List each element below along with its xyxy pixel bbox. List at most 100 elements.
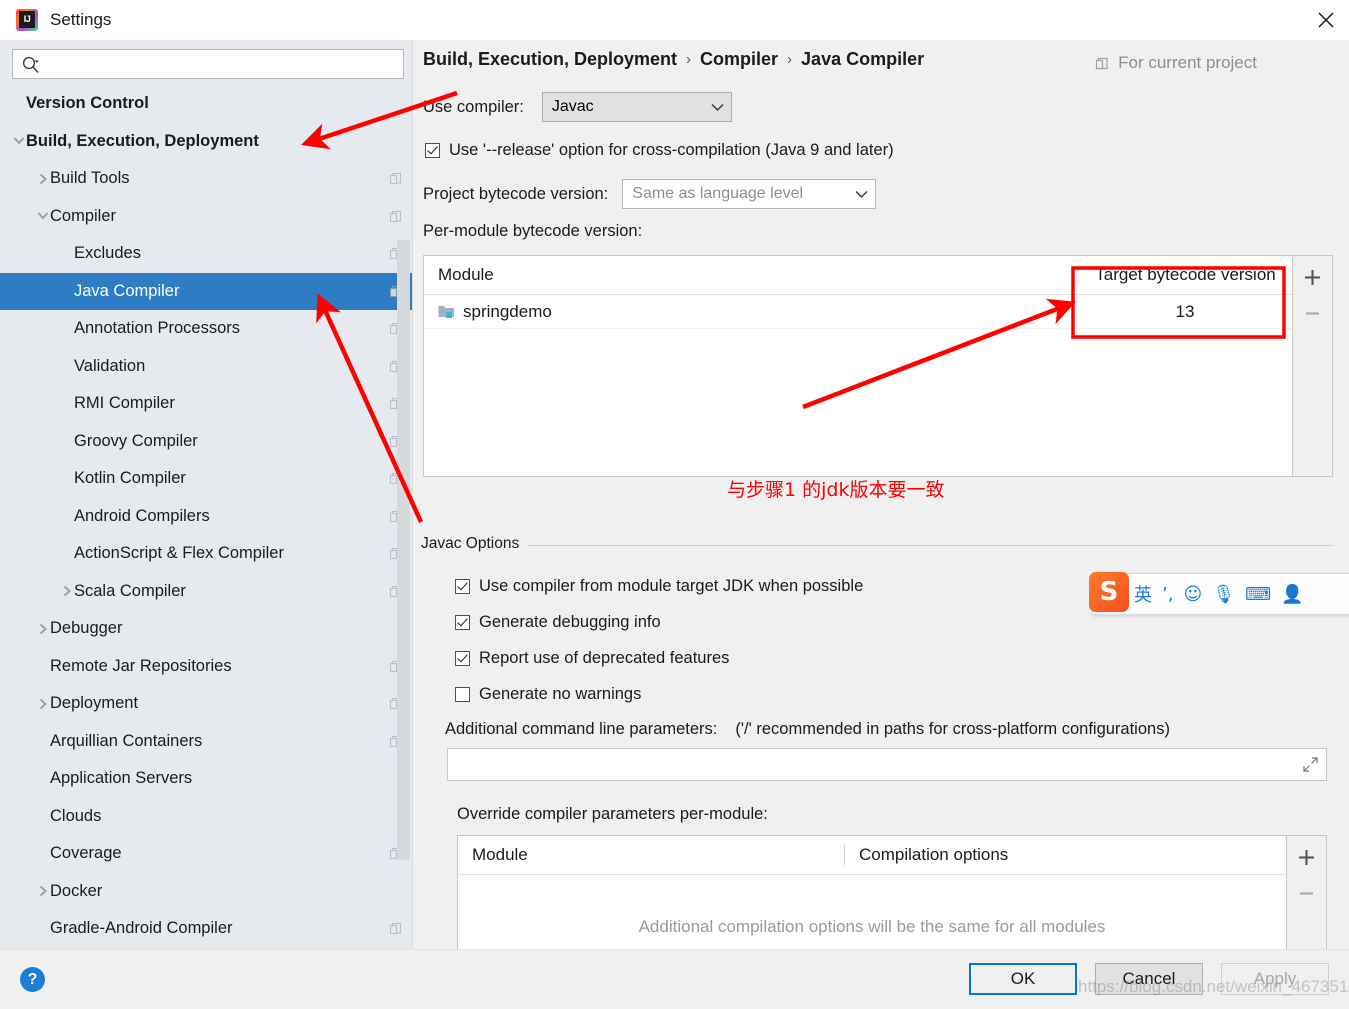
chevron-down-icon[interactable] xyxy=(12,135,26,147)
ime-voice-icon[interactable]: 🎙 xyxy=(1207,584,1240,605)
expand-icon xyxy=(1303,757,1318,772)
ime-punctuation-icon[interactable]: ’, xyxy=(1157,584,1178,605)
chevron-right-icon[interactable] xyxy=(60,585,74,597)
chevron-right-icon[interactable] xyxy=(36,623,50,635)
report-deprecated-checkbox[interactable] xyxy=(455,651,470,666)
search-input[interactable] xyxy=(44,49,403,79)
sidebar-scrollbar[interactable] xyxy=(397,240,410,860)
settings-sidebar: Version Control Build, Execution, Deploym… xyxy=(0,40,413,949)
use-module-jdk-compiler-row[interactable]: Use compiler from module target JDK when… xyxy=(455,577,863,596)
sidebar-item-android-compilers[interactable]: Android Compilers xyxy=(0,498,412,536)
sidebar-item-label: Clouds xyxy=(50,806,102,825)
sidebar-item-version-control[interactable]: Version Control xyxy=(0,85,412,123)
sidebar-item-rmi-compiler[interactable]: RMI Compiler xyxy=(0,385,412,423)
sidebar-item-label: Validation xyxy=(74,356,146,375)
ime-keyboard-icon[interactable]: ⌨ xyxy=(1240,584,1276,605)
table-row[interactable]: springdemo 13 xyxy=(424,295,1292,329)
chevron-right-icon-1: › xyxy=(686,51,692,68)
sidebar-item-build-tools[interactable]: Build Tools xyxy=(0,160,412,198)
use-compiler-value: Javac xyxy=(551,98,594,115)
ime-account-icon[interactable]: 👤 xyxy=(1276,584,1308,605)
override-compiler-params-table[interactable]: Module Compilation options Additional co… xyxy=(457,835,1327,963)
ok-button[interactable]: OK xyxy=(969,963,1077,995)
project-bytecode-select[interactable]: Same as language level xyxy=(622,179,877,209)
close-icon xyxy=(1318,12,1334,28)
target-bytecode-column-header[interactable]: Target bytecode version xyxy=(1078,265,1292,285)
sidebar-item-label: Compiler xyxy=(50,206,117,225)
sidebar-item-label: Excludes xyxy=(74,244,141,263)
sogou-ime-toolbar[interactable]: S 英 ’, ☺ 🎙 ⌨ 👤 xyxy=(1089,572,1349,615)
additional-params-field[interactable] xyxy=(447,748,1327,781)
sidebar-item-compiler[interactable]: Compiler xyxy=(0,198,412,236)
use-module-jdk-compiler-checkbox[interactable] xyxy=(455,579,470,594)
sidebar-item-annotation-processors[interactable]: Annotation Processors xyxy=(0,310,412,348)
sidebar-item-debugger[interactable]: Debugger xyxy=(0,610,412,648)
per-module-bytecode-table[interactable]: Module Target bytecode version springdem… xyxy=(423,255,1333,477)
ime-emoji-icon[interactable]: ☺ xyxy=(1178,584,1207,605)
module-cell: springdemo xyxy=(424,302,1078,322)
remove-override-button[interactable] xyxy=(1294,880,1320,906)
chevron-right-icon[interactable] xyxy=(36,885,50,897)
ime-language-icon[interactable]: 英 xyxy=(1129,581,1157,607)
breadcrumb-part-1[interactable]: Build, Execution, Deployment xyxy=(423,49,677,70)
sidebar-item-label: Groovy Compiler xyxy=(74,431,198,450)
copy-settings-icon[interactable] xyxy=(389,172,402,185)
sidebar-item-clouds[interactable]: Clouds xyxy=(0,798,412,836)
intellij-idea-logo-icon xyxy=(16,9,38,31)
override-params-label: Override compiler parameters per-module: xyxy=(457,805,768,823)
close-button[interactable] xyxy=(1303,0,1349,40)
per-module-bytecode-label: Per-module bytecode version: xyxy=(423,222,643,240)
sidebar-item-coverage[interactable]: Coverage xyxy=(0,835,412,873)
add-override-button[interactable] xyxy=(1294,844,1320,870)
sidebar-item-label: Annotation Processors xyxy=(74,319,241,338)
sogou-logo-icon[interactable]: S xyxy=(1089,572,1129,612)
generate-debugging-info-row[interactable]: Generate debugging info xyxy=(455,613,661,632)
override-module-column-header[interactable]: Module xyxy=(458,845,844,865)
compilation-options-column-header[interactable]: Compilation options xyxy=(844,845,1286,865)
search-icon xyxy=(21,55,40,74)
breadcrumb-part-2[interactable]: Compiler xyxy=(700,49,778,70)
breadcrumb-part-3[interactable]: Java Compiler xyxy=(801,49,924,70)
sidebar-item-label: Docker xyxy=(50,881,103,900)
additional-params-input[interactable] xyxy=(456,748,1303,781)
copy-settings-icon[interactable] xyxy=(389,210,402,223)
sidebar-item-label: Gradle-Android Compiler xyxy=(50,919,233,938)
sidebar-item-remote-jar-repositories[interactable]: Remote Jar Repositories xyxy=(0,648,412,686)
generate-no-warnings-checkbox[interactable] xyxy=(455,687,470,702)
help-button[interactable]: ? xyxy=(20,967,45,992)
add-module-button[interactable] xyxy=(1300,264,1326,290)
use-release-option-row[interactable]: Use '--release' option for cross-compila… xyxy=(425,141,894,160)
copy-settings-icon[interactable] xyxy=(389,922,402,935)
search-box[interactable] xyxy=(12,49,404,79)
sidebar-item-java-compiler[interactable]: Java Compiler xyxy=(0,272,412,310)
sidebar-item-build-execution-deployment[interactable]: Build, Execution, Deployment xyxy=(0,123,412,161)
title-bar: Settings xyxy=(0,0,1349,40)
remove-module-button[interactable] xyxy=(1300,300,1326,326)
sidebar-item-label: Remote Jar Repositories xyxy=(50,656,232,675)
sidebar-item-excludes[interactable]: Excludes xyxy=(0,235,412,273)
settings-tree[interactable]: Version Control Build, Execution, Deploym… xyxy=(0,85,412,949)
sidebar-item-arquillian-containers[interactable]: Arquillian Containers xyxy=(0,723,412,761)
chevron-down-icon[interactable] xyxy=(36,210,50,222)
sidebar-item-scala-compiler[interactable]: Scala Compiler xyxy=(0,573,412,611)
minus-icon xyxy=(1306,311,1319,315)
sidebar-item-validation[interactable]: Validation xyxy=(0,348,412,386)
per-module-bytecode-label-row: Per-module bytecode version: xyxy=(423,222,642,241)
module-column-header[interactable]: Module xyxy=(424,265,1078,285)
generate-debugging-info-checkbox[interactable] xyxy=(455,615,470,630)
sidebar-item-deployment[interactable]: Deployment xyxy=(0,685,412,723)
chevron-right-icon[interactable] xyxy=(36,173,50,185)
sidebar-item-docker[interactable]: Docker xyxy=(0,873,412,911)
sidebar-item-application-servers[interactable]: Application Servers xyxy=(0,760,412,798)
sidebar-item-groovy-compiler[interactable]: Groovy Compiler xyxy=(0,423,412,461)
report-deprecated-row[interactable]: Report use of deprecated features xyxy=(455,649,729,668)
generate-no-warnings-row[interactable]: Generate no warnings xyxy=(455,685,641,704)
sidebar-item-actionscript-flex-compiler[interactable]: ActionScript & Flex Compiler xyxy=(0,535,412,573)
use-release-checkbox[interactable] xyxy=(425,143,440,158)
chevron-right-icon[interactable] xyxy=(36,698,50,710)
override-table-empty-message: Additional compilation options will be t… xyxy=(638,917,1106,936)
use-compiler-select[interactable]: Javac xyxy=(541,92,732,122)
target-bytecode-cell[interactable]: 13 xyxy=(1078,302,1292,322)
sidebar-item-kotlin-compiler[interactable]: Kotlin Compiler xyxy=(0,460,412,498)
sidebar-item-gradle-android-compiler[interactable]: Gradle-Android Compiler xyxy=(0,910,412,948)
